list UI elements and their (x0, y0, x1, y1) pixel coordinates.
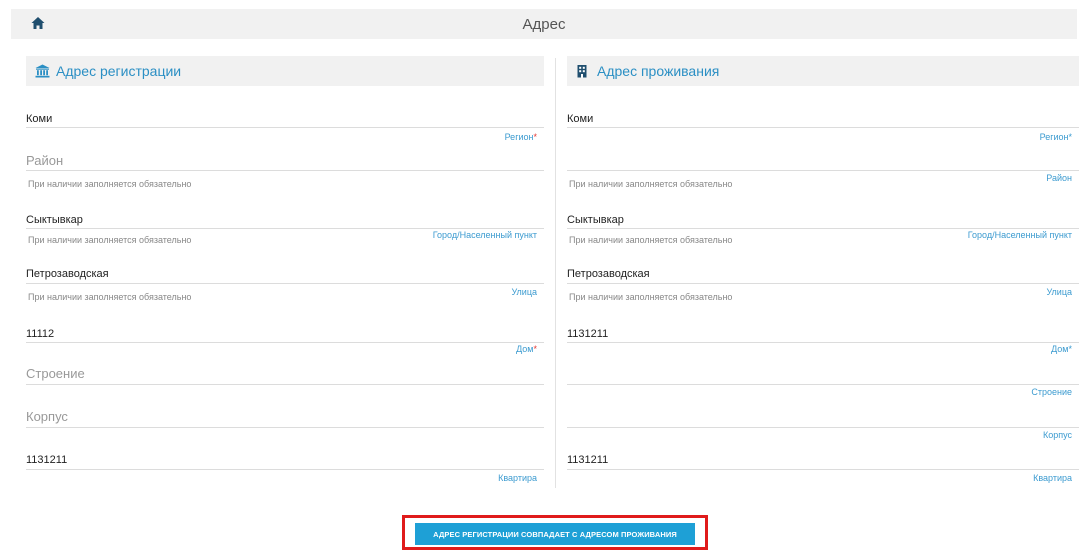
registration-house-value[interactable]: 11112 (26, 328, 54, 340)
residence-street-value[interactable]: Петрозаводская (567, 268, 650, 280)
registration-house-underline (26, 342, 544, 343)
bank-building-icon (35, 64, 50, 78)
residence-region-value[interactable]: Коми (567, 113, 593, 125)
page-title: Адрес (522, 16, 566, 33)
registration-city-underline (26, 228, 544, 229)
residence-district-label: Район (1046, 173, 1072, 183)
registration-region-underline (26, 127, 544, 128)
registration-section-title: Адрес регистрации (56, 63, 182, 79)
registration-region-label-text: Регион (504, 132, 534, 142)
building-icon (576, 64, 590, 78)
registration-house-label-text: Дом (516, 344, 534, 354)
registration-apartment-underline (26, 469, 544, 470)
column-divider (555, 58, 556, 488)
residence-block-underline[interactable] (567, 427, 1079, 428)
top-bar: Адрес (11, 9, 1077, 39)
registration-street-label: Улица (511, 287, 537, 297)
residence-city-label: Город/Населенный пункт (967, 230, 1072, 240)
residence-apartment-label: Квартира (1033, 473, 1072, 483)
registration-house-label: Дом* (516, 344, 537, 354)
registration-street-value[interactable]: Петрозаводская (26, 268, 109, 280)
registration-building-input[interactable]: Строение (26, 366, 85, 381)
residence-region-underline (567, 127, 1079, 128)
residence-section-title: Адрес проживания (597, 63, 720, 79)
required-marker: * (533, 132, 537, 142)
required-marker: * (533, 344, 537, 354)
registration-street-underline (26, 283, 544, 284)
registration-region-label: Регион* (505, 132, 537, 142)
residence-street-underline (567, 283, 1079, 284)
registration-building-underline (26, 384, 544, 385)
residence-section-header: Адрес проживания (567, 56, 1079, 86)
registration-city-value[interactable]: Сыктывкар (26, 214, 83, 226)
residence-region-label: Регион* (1039, 132, 1072, 142)
registration-block-underline (26, 427, 544, 428)
registration-district-input[interactable]: Район (26, 153, 63, 168)
residence-building-label: Строение (1031, 387, 1072, 397)
residence-city-underline (567, 228, 1079, 229)
registration-apartment-value[interactable]: 1131211 (26, 454, 67, 466)
registration-city-label: Город/Населенный пункт (432, 230, 537, 240)
residence-street-hint: При наличии заполняется обязательно (569, 292, 733, 302)
addresses-match-button[interactable]: АДРЕС РЕГИСТРАЦИИ СОВПАДАЕТ С АДРЕСОМ ПР… (415, 523, 695, 545)
registration-apartment-label: Квартира (498, 473, 537, 483)
residence-district-hint: При наличии заполняется обязательно (569, 179, 733, 189)
residence-city-value[interactable]: Сыктывкар (567, 214, 624, 226)
registration-city-hint: При наличии заполняется обязательно (28, 235, 192, 245)
residence-building-underline[interactable] (567, 384, 1079, 385)
registration-block-input[interactable]: Корпус (26, 409, 68, 424)
registration-region-value[interactable]: Коми (26, 113, 52, 125)
residence-district-underline[interactable] (567, 170, 1079, 171)
registration-street-hint: При наличии заполняется обязательно (28, 292, 192, 302)
registration-district-underline (26, 170, 544, 171)
residence-street-label: Улица (1046, 287, 1072, 297)
residence-house-value[interactable]: 1131211 (567, 328, 608, 340)
registration-district-hint: При наличии заполняется обязательно (28, 179, 192, 189)
residence-house-label: Дом* (1051, 344, 1072, 354)
registration-section-header: Адрес регистрации (26, 56, 544, 86)
residence-house-underline (567, 342, 1079, 343)
residence-apartment-underline (567, 469, 1079, 470)
residence-city-hint: При наличии заполняется обязательно (569, 235, 733, 245)
residence-block-label: Корпус (1042, 430, 1072, 440)
residence-apartment-value[interactable]: 1131211 (567, 454, 608, 466)
